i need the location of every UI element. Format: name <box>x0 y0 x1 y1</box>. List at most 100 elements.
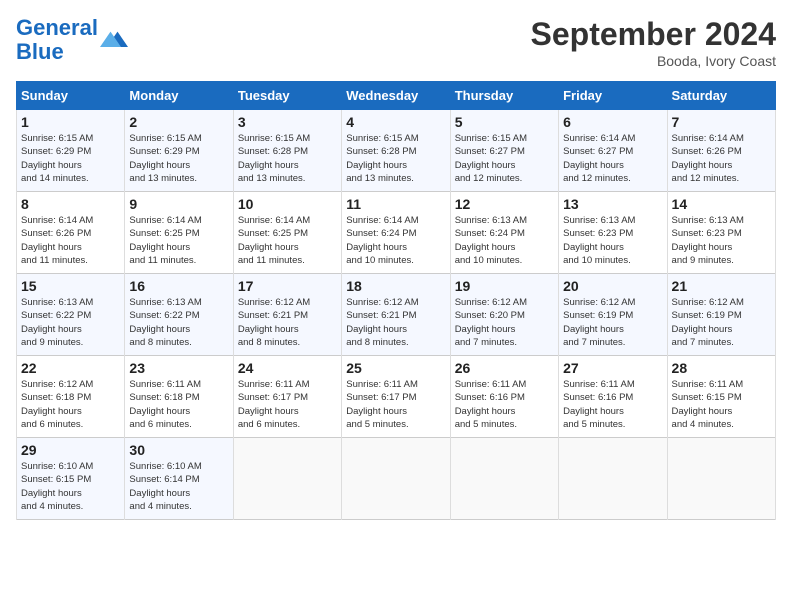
month-title: September 2024 <box>531 16 776 53</box>
day-info: Sunrise: 6:14 AM Sunset: 6:24 PM Dayligh… <box>346 214 445 267</box>
col-tuesday: Tuesday <box>233 82 341 110</box>
table-row <box>667 438 775 520</box>
day-number: 5 <box>455 114 554 130</box>
calendar-week-4: 22 Sunrise: 6:12 AM Sunset: 6:18 PM Dayl… <box>17 356 776 438</box>
table-row: 13 Sunrise: 6:13 AM Sunset: 6:23 PM Dayl… <box>559 192 667 274</box>
day-info: Sunrise: 6:11 AM Sunset: 6:17 PM Dayligh… <box>238 378 337 431</box>
day-number: 19 <box>455 278 554 294</box>
logo: General Blue <box>16 16 128 64</box>
table-row: 8 Sunrise: 6:14 AM Sunset: 6:26 PM Dayli… <box>17 192 125 274</box>
table-row: 14 Sunrise: 6:13 AM Sunset: 6:23 PM Dayl… <box>667 192 775 274</box>
day-number: 22 <box>21 360 120 376</box>
day-info: Sunrise: 6:12 AM Sunset: 6:19 PM Dayligh… <box>563 296 662 349</box>
day-info: Sunrise: 6:11 AM Sunset: 6:16 PM Dayligh… <box>455 378 554 431</box>
day-number: 16 <box>129 278 228 294</box>
day-number: 2 <box>129 114 228 130</box>
day-number: 4 <box>346 114 445 130</box>
table-row: 30 Sunrise: 6:10 AM Sunset: 6:14 PM Dayl… <box>125 438 233 520</box>
day-info: Sunrise: 6:15 AM Sunset: 6:29 PM Dayligh… <box>21 132 120 185</box>
day-number: 6 <box>563 114 662 130</box>
col-saturday: Saturday <box>667 82 775 110</box>
day-info: Sunrise: 6:15 AM Sunset: 6:28 PM Dayligh… <box>238 132 337 185</box>
table-row: 28 Sunrise: 6:11 AM Sunset: 6:15 PM Dayl… <box>667 356 775 438</box>
day-number: 17 <box>238 278 337 294</box>
day-info: Sunrise: 6:11 AM Sunset: 6:18 PM Dayligh… <box>129 378 228 431</box>
table-row: 24 Sunrise: 6:11 AM Sunset: 6:17 PM Dayl… <box>233 356 341 438</box>
day-info: Sunrise: 6:12 AM Sunset: 6:21 PM Dayligh… <box>238 296 337 349</box>
logo-icon <box>100 26 128 54</box>
day-number: 1 <box>21 114 120 130</box>
day-number: 12 <box>455 196 554 212</box>
logo-general: General <box>16 15 98 40</box>
table-row: 4 Sunrise: 6:15 AM Sunset: 6:28 PM Dayli… <box>342 110 450 192</box>
day-number: 20 <box>563 278 662 294</box>
table-row: 26 Sunrise: 6:11 AM Sunset: 6:16 PM Dayl… <box>450 356 558 438</box>
day-info: Sunrise: 6:11 AM Sunset: 6:16 PM Dayligh… <box>563 378 662 431</box>
day-info: Sunrise: 6:14 AM Sunset: 6:25 PM Dayligh… <box>238 214 337 267</box>
day-info: Sunrise: 6:12 AM Sunset: 6:18 PM Dayligh… <box>21 378 120 431</box>
table-row: 21 Sunrise: 6:12 AM Sunset: 6:19 PM Dayl… <box>667 274 775 356</box>
day-info: Sunrise: 6:12 AM Sunset: 6:19 PM Dayligh… <box>672 296 771 349</box>
day-number: 28 <box>672 360 771 376</box>
day-number: 18 <box>346 278 445 294</box>
day-number: 13 <box>563 196 662 212</box>
table-row: 19 Sunrise: 6:12 AM Sunset: 6:20 PM Dayl… <box>450 274 558 356</box>
page-header: General Blue September 2024 Booda, Ivory… <box>16 16 776 69</box>
col-thursday: Thursday <box>450 82 558 110</box>
day-info: Sunrise: 6:15 AM Sunset: 6:28 PM Dayligh… <box>346 132 445 185</box>
logo-blue: Blue <box>16 39 64 64</box>
day-info: Sunrise: 6:14 AM Sunset: 6:27 PM Dayligh… <box>563 132 662 185</box>
table-row <box>233 438 341 520</box>
col-monday: Monday <box>125 82 233 110</box>
day-number: 29 <box>21 442 120 458</box>
table-row: 22 Sunrise: 6:12 AM Sunset: 6:18 PM Dayl… <box>17 356 125 438</box>
day-info: Sunrise: 6:12 AM Sunset: 6:20 PM Dayligh… <box>455 296 554 349</box>
day-number: 23 <box>129 360 228 376</box>
table-row: 16 Sunrise: 6:13 AM Sunset: 6:22 PM Dayl… <box>125 274 233 356</box>
table-row: 18 Sunrise: 6:12 AM Sunset: 6:21 PM Dayl… <box>342 274 450 356</box>
calendar-week-5: 29 Sunrise: 6:10 AM Sunset: 6:15 PM Dayl… <box>17 438 776 520</box>
table-row: 25 Sunrise: 6:11 AM Sunset: 6:17 PM Dayl… <box>342 356 450 438</box>
location: Booda, Ivory Coast <box>531 53 776 69</box>
day-number: 30 <box>129 442 228 458</box>
table-row: 1 Sunrise: 6:15 AM Sunset: 6:29 PM Dayli… <box>17 110 125 192</box>
day-info: Sunrise: 6:13 AM Sunset: 6:23 PM Dayligh… <box>672 214 771 267</box>
table-row: 9 Sunrise: 6:14 AM Sunset: 6:25 PM Dayli… <box>125 192 233 274</box>
table-row: 7 Sunrise: 6:14 AM Sunset: 6:26 PM Dayli… <box>667 110 775 192</box>
day-number: 3 <box>238 114 337 130</box>
day-info: Sunrise: 6:13 AM Sunset: 6:22 PM Dayligh… <box>21 296 120 349</box>
day-info: Sunrise: 6:14 AM Sunset: 6:26 PM Dayligh… <box>672 132 771 185</box>
day-number: 27 <box>563 360 662 376</box>
calendar-table: Sunday Monday Tuesday Wednesday Thursday… <box>16 81 776 520</box>
table-row: 11 Sunrise: 6:14 AM Sunset: 6:24 PM Dayl… <box>342 192 450 274</box>
day-info: Sunrise: 6:10 AM Sunset: 6:15 PM Dayligh… <box>21 460 120 513</box>
table-row <box>342 438 450 520</box>
table-row <box>559 438 667 520</box>
table-row: 20 Sunrise: 6:12 AM Sunset: 6:19 PM Dayl… <box>559 274 667 356</box>
table-row: 17 Sunrise: 6:12 AM Sunset: 6:21 PM Dayl… <box>233 274 341 356</box>
day-number: 25 <box>346 360 445 376</box>
table-row: 6 Sunrise: 6:14 AM Sunset: 6:27 PM Dayli… <box>559 110 667 192</box>
day-number: 26 <box>455 360 554 376</box>
col-friday: Friday <box>559 82 667 110</box>
calendar-week-3: 15 Sunrise: 6:13 AM Sunset: 6:22 PM Dayl… <box>17 274 776 356</box>
table-row: 27 Sunrise: 6:11 AM Sunset: 6:16 PM Dayl… <box>559 356 667 438</box>
day-info: Sunrise: 6:15 AM Sunset: 6:29 PM Dayligh… <box>129 132 228 185</box>
day-info: Sunrise: 6:12 AM Sunset: 6:21 PM Dayligh… <box>346 296 445 349</box>
day-info: Sunrise: 6:13 AM Sunset: 6:24 PM Dayligh… <box>455 214 554 267</box>
day-number: 24 <box>238 360 337 376</box>
calendar-body: 1 Sunrise: 6:15 AM Sunset: 6:29 PM Dayli… <box>17 110 776 520</box>
calendar-week-2: 8 Sunrise: 6:14 AM Sunset: 6:26 PM Dayli… <box>17 192 776 274</box>
day-info: Sunrise: 6:10 AM Sunset: 6:14 PM Dayligh… <box>129 460 228 513</box>
table-row: 5 Sunrise: 6:15 AM Sunset: 6:27 PM Dayli… <box>450 110 558 192</box>
table-row: 12 Sunrise: 6:13 AM Sunset: 6:24 PM Dayl… <box>450 192 558 274</box>
day-info: Sunrise: 6:13 AM Sunset: 6:23 PM Dayligh… <box>563 214 662 267</box>
col-sunday: Sunday <box>17 82 125 110</box>
table-row: 10 Sunrise: 6:14 AM Sunset: 6:25 PM Dayl… <box>233 192 341 274</box>
day-info: Sunrise: 6:14 AM Sunset: 6:25 PM Dayligh… <box>129 214 228 267</box>
table-row: 15 Sunrise: 6:13 AM Sunset: 6:22 PM Dayl… <box>17 274 125 356</box>
table-row: 3 Sunrise: 6:15 AM Sunset: 6:28 PM Dayli… <box>233 110 341 192</box>
day-info: Sunrise: 6:15 AM Sunset: 6:27 PM Dayligh… <box>455 132 554 185</box>
table-row <box>450 438 558 520</box>
page-container: General Blue September 2024 Booda, Ivory… <box>0 0 792 528</box>
